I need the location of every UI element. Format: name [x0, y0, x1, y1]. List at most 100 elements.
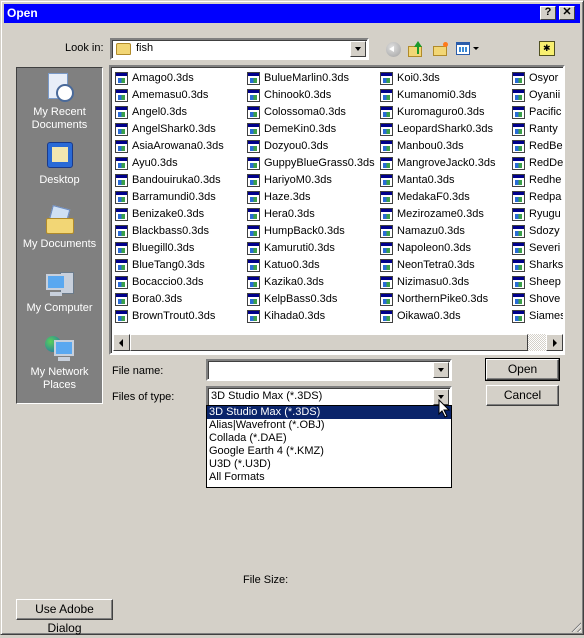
scroll-left-button[interactable]: [113, 334, 130, 351]
file-item[interactable]: Koi0.3ds: [380, 70, 495, 87]
look-in-dropdown-button[interactable]: [350, 41, 366, 57]
file-item[interactable]: NorthernPike0.3ds: [380, 291, 495, 308]
file-item[interactable]: Blackbass0.3ds: [115, 223, 224, 240]
file-item[interactable]: BulueMarlin0.3ds: [247, 70, 375, 87]
place-my-documents[interactable]: My Documents: [17, 204, 102, 251]
file-item[interactable]: Mezirozame0.3ds: [380, 206, 495, 223]
file-item[interactable]: Bluegill0.3ds: [115, 240, 224, 257]
file-name: Nizimasu0.3ds: [397, 276, 470, 288]
back-icon[interactable]: [386, 42, 401, 57]
file-item[interactable]: Napoleon0.3ds: [380, 240, 495, 257]
file-name: Namazu0.3ds: [397, 225, 465, 237]
file-item[interactable]: Amemasu0.3ds: [115, 87, 224, 104]
file-item[interactable]: Sdozy: [512, 223, 563, 240]
file-item[interactable]: Manbou0.3ds: [380, 138, 495, 155]
file-item[interactable]: Dozyou0.3ds: [247, 138, 375, 155]
cancel-button[interactable]: Cancel: [486, 385, 559, 406]
file-item[interactable]: DemeKin0.3ds: [247, 121, 375, 138]
file-item[interactable]: RedDe: [512, 155, 563, 172]
option-obj[interactable]: Alias|Wavefront (*.OBJ): [207, 419, 451, 432]
file-item[interactable]: RedBe: [512, 138, 563, 155]
3ds-file-icon: [380, 225, 393, 238]
file-item[interactable]: Manta0.3ds: [380, 172, 495, 189]
views-menu-icon[interactable]: [456, 41, 479, 57]
file-list[interactable]: Amago0.3ds Amemasu0.3ds Angel0.3ds AngelSha…: [109, 65, 565, 355]
place-my-network-places[interactable]: My Network Places: [17, 332, 102, 392]
option-dae[interactable]: Collada (*.DAE): [207, 432, 451, 445]
file-item[interactable]: Shove: [512, 291, 563, 308]
file-item[interactable]: Bocaccio0.3ds: [115, 274, 224, 291]
file-item[interactable]: NeonTetra0.3ds: [380, 257, 495, 274]
scroll-right-button[interactable]: [546, 334, 563, 351]
file-item[interactable]: Pacific: [512, 104, 563, 121]
file-item[interactable]: Amago0.3ds: [115, 70, 224, 87]
file-item[interactable]: Oyanii: [512, 87, 563, 104]
file-item[interactable]: Haze.3ds: [247, 189, 375, 206]
file-item[interactable]: Benizake0.3ds: [115, 206, 224, 223]
file-item[interactable]: Ayu0.3ds: [115, 155, 224, 172]
3ds-file-icon: [512, 174, 525, 187]
help-button[interactable]: ?: [540, 6, 556, 20]
place-my-recent-documents[interactable]: My Recent Documents: [17, 72, 102, 132]
look-in-combo[interactable]: fish: [110, 38, 369, 60]
file-item[interactable]: Siames: [512, 308, 563, 325]
file-item[interactable]: AsiaArowana0.3ds: [115, 138, 224, 155]
special-folder-icon[interactable]: ✱: [539, 41, 555, 56]
file-item[interactable]: Severi: [512, 240, 563, 257]
file-item[interactable]: Katuo0.3ds: [247, 257, 375, 274]
up-folder-icon[interactable]: [408, 41, 424, 57]
file-item[interactable]: HariyoM0.3ds: [247, 172, 375, 189]
file-item[interactable]: Colossoma0.3ds: [247, 104, 375, 121]
file-item[interactable]: Kuromaguro0.3ds: [380, 104, 495, 121]
resize-grip[interactable]: [569, 620, 581, 632]
option-kmz[interactable]: Google Earth 4 (*.KMZ): [207, 445, 451, 458]
file-item[interactable]: Angel0.3ds: [115, 104, 224, 121]
file-name-dropdown-button[interactable]: [433, 362, 449, 378]
file-item[interactable]: GuppyBlueGrass0.3ds: [247, 155, 375, 172]
file-item[interactable]: MedakaF0.3ds: [380, 189, 495, 206]
option-all-formats[interactable]: All Formats: [207, 471, 451, 484]
use-adobe-dialog-button[interactable]: Use Adobe Dialog: [16, 599, 113, 635]
3ds-file-icon: [512, 191, 525, 204]
file-item[interactable]: Nizimasu0.3ds: [380, 274, 495, 291]
option-u3d[interactable]: U3D (*.U3D): [207, 458, 451, 471]
open-button[interactable]: Open: [485, 358, 560, 381]
file-item[interactable]: Hera0.3ds: [247, 206, 375, 223]
file-item[interactable]: Barramundi0.3ds: [115, 189, 224, 206]
file-item[interactable]: Redpa: [512, 189, 563, 206]
file-item[interactable]: Ryugu: [512, 206, 563, 223]
file-item[interactable]: Sharks: [512, 257, 563, 274]
file-item[interactable]: Bora0.3ds: [115, 291, 224, 308]
file-item[interactable]: Osyor: [512, 70, 563, 87]
file-item[interactable]: BlueTang0.3ds: [115, 257, 224, 274]
file-item[interactable]: Bandouiruka0.3ds: [115, 172, 224, 189]
file-item[interactable]: HumpBack0.3ds: [247, 223, 375, 240]
file-name: Chinook0.3ds: [264, 89, 332, 101]
option-3ds[interactable]: 3D Studio Max (*.3DS): [207, 406, 451, 419]
3ds-file-icon: [247, 174, 260, 187]
file-item[interactable]: Kazika0.3ds: [247, 274, 375, 291]
file-item[interactable]: Chinook0.3ds: [247, 87, 375, 104]
place-desktop[interactable]: Desktop: [17, 140, 102, 187]
3ds-file-icon: [115, 293, 128, 306]
file-item[interactable]: LeopardShark0.3ds: [380, 121, 495, 138]
file-item[interactable]: Kumanomi0.3ds: [380, 87, 495, 104]
file-item[interactable]: Oikawa0.3ds: [380, 308, 495, 325]
file-name-input[interactable]: [206, 359, 452, 381]
new-folder-icon[interactable]: [433, 41, 449, 57]
file-item[interactable]: Kihada0.3ds: [247, 308, 375, 325]
file-item[interactable]: Namazu0.3ds: [380, 223, 495, 240]
file-item[interactable]: Sheep: [512, 274, 563, 291]
file-item[interactable]: Kamuruti0.3ds: [247, 240, 375, 257]
horizontal-scrollbar[interactable]: [113, 334, 563, 351]
3ds-file-icon: [247, 157, 260, 170]
file-item[interactable]: Redhe: [512, 172, 563, 189]
file-item[interactable]: Ranty: [512, 121, 563, 138]
file-item[interactable]: AngelShark0.3ds: [115, 121, 224, 138]
scroll-thumb[interactable]: [130, 334, 528, 351]
close-button[interactable]: ✕: [559, 6, 575, 20]
file-item[interactable]: BrownTrout0.3ds: [115, 308, 224, 325]
place-my-computer[interactable]: My Computer: [17, 268, 102, 315]
file-item[interactable]: KelpBass0.3ds: [247, 291, 375, 308]
file-item[interactable]: MangroveJack0.3ds: [380, 155, 495, 172]
